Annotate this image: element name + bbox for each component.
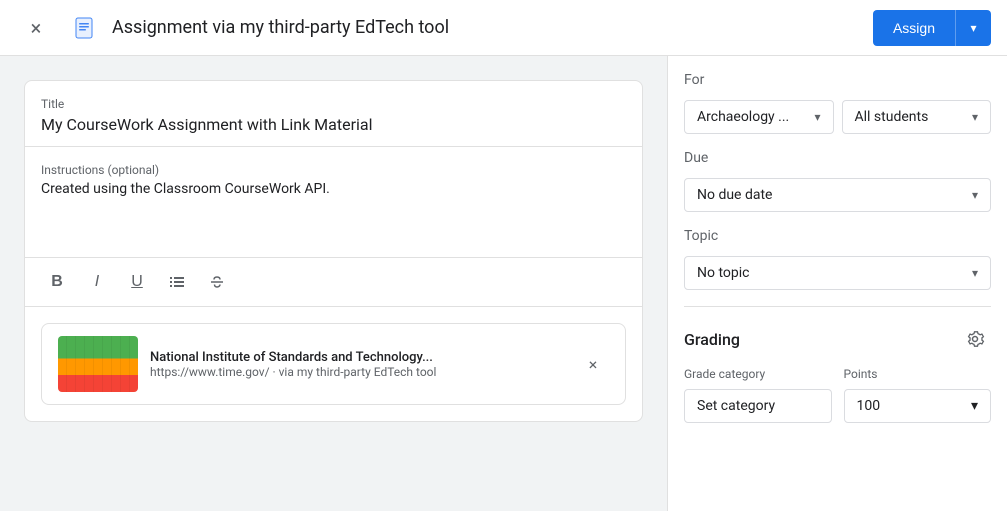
- due-date-value: No due date: [697, 187, 772, 203]
- underline-button[interactable]: U: [121, 266, 153, 298]
- header-left: × Assignment via my third-party EdTech t…: [16, 8, 873, 48]
- map-image: [58, 336, 138, 392]
- topic-label: Topic: [684, 228, 991, 244]
- students-select-value: All students: [855, 109, 929, 125]
- list-button[interactable]: [161, 266, 193, 298]
- title-input[interactable]: My CourseWork Assignment with Link Mater…: [41, 115, 626, 146]
- main-content: Title My CourseWork Assignment with Link…: [0, 56, 1007, 511]
- grade-category-select[interactable]: Set category: [684, 389, 832, 423]
- close-icon: ×: [31, 16, 42, 40]
- formatting-toolbar: B I U: [25, 258, 642, 307]
- class-select-value: Archaeology ...: [697, 109, 789, 125]
- assignment-card: Title My CourseWork Assignment with Link…: [24, 80, 643, 422]
- attachment-info: National Institute of Standards and Tech…: [150, 350, 565, 379]
- instructions-section: Instructions (optional) Created using th…: [25, 147, 642, 258]
- topic-select[interactable]: No topic ▾: [684, 256, 991, 290]
- topic-value: No topic: [697, 265, 749, 281]
- header: × Assignment via my third-party EdTech t…: [0, 0, 1007, 56]
- chevron-down-icon: ▾: [972, 266, 978, 280]
- grade-category-value: Set category: [697, 398, 775, 414]
- doc-icon: [68, 12, 100, 44]
- attachment-title: National Institute of Standards and Tech…: [150, 350, 565, 365]
- strikethrough-button[interactable]: [201, 266, 233, 298]
- chevron-down-icon: ▾: [814, 110, 820, 124]
- grade-category-col: Grade category Set category: [684, 367, 832, 423]
- divider: [684, 306, 991, 307]
- attachment-thumbnail: [58, 336, 138, 392]
- right-panel: For Archaeology ... ▾ All students ▾ Due…: [667, 56, 1007, 511]
- instructions-text[interactable]: Created using the Classroom CourseWork A…: [41, 181, 626, 241]
- points-select[interactable]: 100 ▾: [844, 389, 992, 423]
- students-select[interactable]: All students ▾: [842, 100, 992, 134]
- due-date-select[interactable]: No due date ▾: [684, 178, 991, 212]
- for-row: Archaeology ... ▾ All students ▾: [684, 100, 991, 134]
- chevron-down-icon: ▾: [972, 188, 978, 202]
- page-title: Assignment via my third-party EdTech too…: [112, 17, 873, 38]
- for-label: For: [684, 72, 991, 88]
- assign-dropdown-button[interactable]: ▾: [955, 10, 991, 46]
- chevron-down-icon: ▾: [970, 21, 976, 35]
- points-label: Points: [844, 367, 992, 381]
- close-icon: ×: [589, 355, 598, 374]
- instructions-label: Instructions (optional): [41, 163, 626, 177]
- grading-header: Grading: [684, 323, 991, 355]
- grade-category-label: Grade category: [684, 367, 832, 381]
- header-actions: Assign ▾: [873, 10, 991, 46]
- left-panel: Title My CourseWork Assignment with Link…: [0, 56, 667, 511]
- link-attachment[interactable]: National Institute of Standards and Tech…: [41, 323, 626, 405]
- title-label: Title: [41, 97, 626, 111]
- close-button[interactable]: ×: [16, 8, 56, 48]
- attachment-url: https://www.time.gov/ · via my third-par…: [150, 365, 565, 379]
- grading-row: Grade category Set category Points 100 ▾: [684, 367, 991, 423]
- bold-button[interactable]: B: [41, 266, 73, 298]
- assign-button[interactable]: Assign: [873, 10, 955, 46]
- remove-attachment-button[interactable]: ×: [577, 348, 609, 380]
- points-value: 100: [857, 398, 881, 414]
- grading-settings-button[interactable]: [959, 323, 991, 355]
- points-col: Points 100 ▾: [844, 367, 992, 423]
- italic-button[interactable]: I: [81, 266, 113, 298]
- title-section: Title My CourseWork Assignment with Link…: [25, 81, 642, 147]
- topic-section: Topic No topic ▾: [684, 228, 991, 290]
- grading-title: Grading: [684, 330, 740, 349]
- due-label: Due: [684, 150, 991, 166]
- chevron-down-icon: ▾: [972, 110, 978, 124]
- class-select[interactable]: Archaeology ... ▾: [684, 100, 834, 134]
- chevron-down-icon: ▾: [971, 398, 978, 414]
